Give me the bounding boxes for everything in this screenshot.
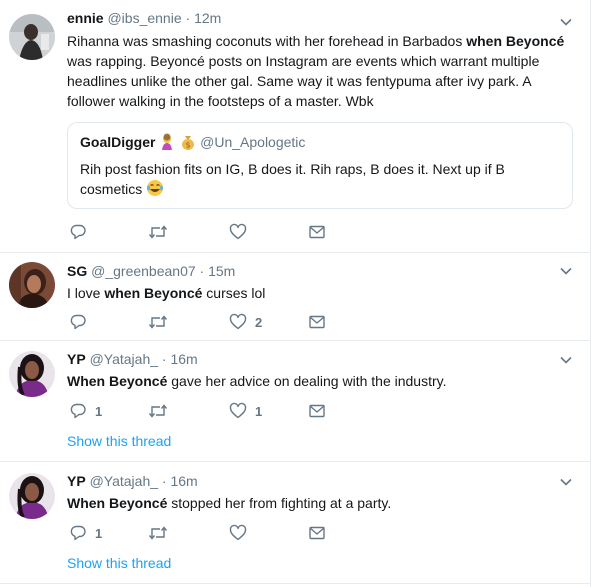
separator-dot: · xyxy=(199,263,205,279)
avatar[interactable] xyxy=(9,473,55,519)
reply-button[interactable]: 1 xyxy=(69,401,102,421)
retweet-icon xyxy=(148,223,168,241)
quoted-display-name: GoalDigger xyxy=(80,134,156,150)
display-name[interactable]: YP xyxy=(67,473,86,489)
tweet-header: ennie @ibs_ennie · 12m xyxy=(67,9,578,28)
tweet[interactable]: YP @Yatajah_ · 16m When Beyoncé stopped … xyxy=(0,462,590,584)
like-button[interactable] xyxy=(229,222,255,242)
display-name[interactable]: SG xyxy=(67,263,87,279)
display-name[interactable]: ennie xyxy=(67,10,104,26)
chevron-down-icon[interactable] xyxy=(558,352,574,368)
avatar[interactable] xyxy=(9,262,55,308)
quoted-tweet-text: Rih post fashion fits on IG, B does it. … xyxy=(80,159,560,202)
tweet[interactable]: ennie @ibs_ennie · 12m Rihanna was smash… xyxy=(0,0,590,253)
envelope-icon xyxy=(308,313,326,331)
user-handle[interactable]: @ibs_ennie xyxy=(107,10,181,26)
retweet-icon xyxy=(148,313,168,331)
tweet-time[interactable]: 16m xyxy=(170,351,197,367)
woman-tipping-hand-emoji xyxy=(159,133,176,154)
tweet-text: Rihanna was smashing coconuts with her f… xyxy=(67,31,578,111)
tweet-actions: 2 xyxy=(67,312,367,332)
like-count: 1 xyxy=(255,403,263,419)
reply-icon xyxy=(69,223,87,241)
quoted-tweet[interactable]: GoalDigger $ @Un_Apologetic Rih post fas… xyxy=(67,122,573,209)
tweet[interactable]: YP @Yatajah_ · 16m When Beyoncé gave her… xyxy=(0,341,590,462)
tweet-time[interactable]: 12m xyxy=(194,10,221,26)
heart-icon xyxy=(229,313,247,331)
tweet-text-part: was rapping. Beyoncé posts on Instagram … xyxy=(67,53,540,109)
user-handle[interactable]: @Yatajah_ xyxy=(90,351,158,367)
quoted-user-handle: @Un_Apologetic xyxy=(200,134,306,150)
retweet-button[interactable] xyxy=(148,401,176,421)
quoted-tweet-header: GoalDigger $ @Un_Apologetic xyxy=(80,133,560,154)
retweet-icon xyxy=(148,402,168,420)
highlighted-term: when Beyoncé xyxy=(104,285,203,301)
avatar[interactable] xyxy=(9,351,55,397)
direct-message-button[interactable] xyxy=(308,222,326,242)
user-handle[interactable]: @Yatajah_ xyxy=(90,473,158,489)
money-bag-emoji: $ xyxy=(180,133,196,154)
reply-icon xyxy=(69,313,87,331)
heart-icon xyxy=(229,223,247,241)
like-count: 2 xyxy=(255,314,263,330)
tweet[interactable]: SG @_greenbean07 · 15m I love when Beyon… xyxy=(0,253,590,341)
show-thread-link[interactable]: Show this thread xyxy=(67,555,171,571)
separator-dot: · xyxy=(161,351,167,367)
retweet-icon xyxy=(148,524,168,542)
tweet-header: YP @Yatajah_ · 16m xyxy=(67,350,578,369)
tweet-text: When Beyoncé stopped her from fighting a… xyxy=(67,493,578,513)
tears-of-joy-emoji xyxy=(146,179,164,202)
direct-message-button[interactable] xyxy=(308,401,326,421)
retweet-button[interactable] xyxy=(148,222,176,242)
chevron-down-icon[interactable] xyxy=(558,474,574,490)
tweet-header: SG @_greenbean07 · 15m xyxy=(67,262,578,281)
tweet-header: YP @Yatajah_ · 16m xyxy=(67,472,578,491)
envelope-icon xyxy=(308,402,326,420)
tweet-time[interactable]: 16m xyxy=(170,473,197,489)
reply-button[interactable] xyxy=(69,222,95,242)
tweet-text: I love when Beyoncé curses lol xyxy=(67,283,578,303)
direct-message-button[interactable] xyxy=(308,523,326,543)
tweet-text-part: curses lol xyxy=(202,285,266,301)
like-button[interactable]: 2 xyxy=(229,312,262,332)
direct-message-button[interactable] xyxy=(308,312,326,332)
user-handle[interactable]: @_greenbean07 xyxy=(91,263,196,279)
like-button[interactable]: 1 xyxy=(229,401,262,421)
reply-icon xyxy=(69,524,87,542)
tweet-text-part: stopped her from fighting at a party. xyxy=(167,495,392,511)
retweet-button[interactable] xyxy=(148,523,176,543)
reply-count: 1 xyxy=(95,403,103,419)
tweet-time[interactable]: 15m xyxy=(208,263,235,279)
like-button[interactable] xyxy=(229,523,255,543)
tweet-text-part: Rihanna was smashing coconuts with her f… xyxy=(67,33,467,49)
retweet-button[interactable] xyxy=(148,312,176,332)
heart-icon xyxy=(229,524,247,542)
tweet-timeline: ennie @ibs_ennie · 12m Rihanna was smash… xyxy=(0,0,591,587)
tweet-text-part: gave her advice on dealing with the indu… xyxy=(167,373,447,389)
reply-button[interactable]: 1 xyxy=(69,523,102,543)
display-name[interactable]: YP xyxy=(67,351,86,367)
tweet-actions: 1 xyxy=(67,523,367,543)
chevron-down-icon[interactable] xyxy=(558,263,574,279)
avatar[interactable] xyxy=(9,14,55,60)
tweet-text: When Beyoncé gave her advice on dealing … xyxy=(67,371,578,391)
highlighted-term: When Beyoncé xyxy=(67,495,168,511)
separator-dot: · xyxy=(161,473,167,489)
heart-icon xyxy=(229,402,247,420)
show-thread-link[interactable]: Show this thread xyxy=(67,433,171,449)
reply-count: 1 xyxy=(95,525,103,541)
tweet-actions: 1 1 xyxy=(67,401,367,421)
separator-dot: · xyxy=(185,10,191,26)
reply-button[interactable] xyxy=(69,312,95,332)
envelope-icon xyxy=(308,223,326,241)
envelope-icon xyxy=(308,524,326,542)
svg-text:$: $ xyxy=(186,141,191,150)
tweet-text-part: I love xyxy=(67,285,105,301)
chevron-down-icon[interactable] xyxy=(558,14,574,30)
highlighted-term: When Beyoncé xyxy=(67,373,168,389)
reply-icon xyxy=(69,402,87,420)
quoted-text: Rih post fashion fits on IG, B does it. … xyxy=(80,161,505,197)
tweet-actions xyxy=(67,222,367,242)
highlighted-term: when Beyoncé xyxy=(466,33,565,49)
